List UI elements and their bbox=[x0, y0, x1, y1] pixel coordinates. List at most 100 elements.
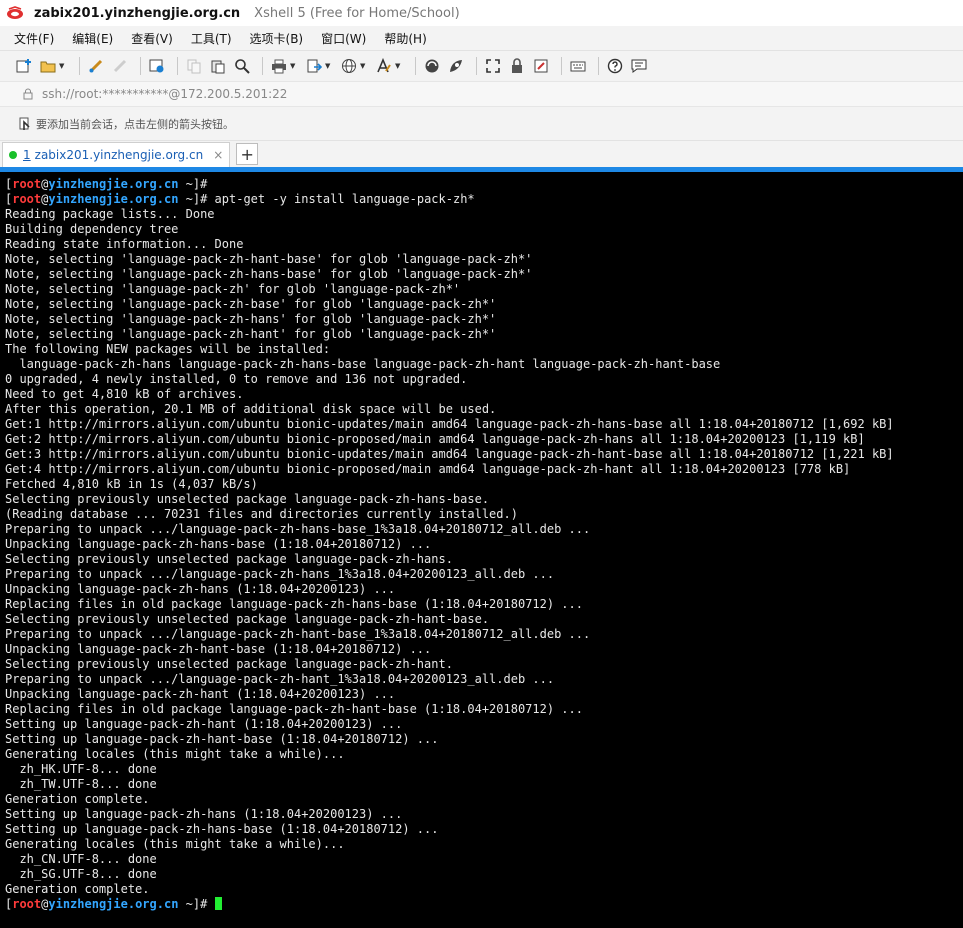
compose-icon[interactable] bbox=[531, 56, 551, 76]
prompt-user: root bbox=[12, 897, 42, 911]
menu-file[interactable]: 文件(F) bbox=[12, 28, 56, 49]
terminal-line: Selecting previously unselected package … bbox=[5, 552, 963, 567]
toolbar-separator bbox=[415, 57, 416, 75]
terminal-text: Note, selecting 'language-pack-zh-hant' … bbox=[5, 327, 497, 341]
terminal-line: Setting up language-pack-zh-hans (1:18.0… bbox=[5, 807, 963, 822]
toolbar: ▼ ▼ ▼ ▼ ▼ bbox=[0, 50, 963, 81]
terminal-line: Get:3 http://mirrors.aliyun.com/ubuntu b… bbox=[5, 447, 963, 462]
title-bar[interactable]: zabix201.yinzhengjie.org.cn Xshell 5 (Fr… bbox=[0, 0, 963, 26]
menu-tools[interactable]: 工具(T) bbox=[189, 28, 234, 49]
terminal-line: After this operation, 20.1 MB of additio… bbox=[5, 402, 963, 417]
transfer-dropdown-icon[interactable]: ▼ bbox=[325, 62, 333, 70]
menu-window[interactable]: 窗口(W) bbox=[319, 28, 368, 49]
terminal-line: Preparing to unpack .../language-pack-zh… bbox=[5, 567, 963, 582]
help-icon[interactable] bbox=[605, 56, 625, 76]
add-session-arrow-icon[interactable] bbox=[18, 117, 32, 131]
terminal-line: Reading state information... Done bbox=[5, 237, 963, 252]
prompt-host: yinzhengjie.org.cn bbox=[48, 177, 179, 191]
terminal-line: Preparing to unpack .../language-pack-zh… bbox=[5, 672, 963, 687]
terminal-line: zh_CN.UTF-8... done bbox=[5, 852, 963, 867]
prompt-host: yinzhengjie.org.cn bbox=[48, 897, 179, 911]
new-session-icon[interactable] bbox=[14, 56, 34, 76]
session-properties-icon[interactable] bbox=[147, 56, 167, 76]
toolbar-separator bbox=[561, 57, 562, 75]
open-folder-icon[interactable] bbox=[38, 56, 58, 76]
reconnect-icon[interactable] bbox=[86, 56, 106, 76]
find-icon[interactable] bbox=[232, 56, 252, 76]
paste-icon[interactable] bbox=[208, 56, 228, 76]
tab-label: zabix201.yinzhengjie.org.cn bbox=[34, 148, 204, 162]
address-bar[interactable]: ssh://root:***********@172.200.5.201:22 bbox=[0, 81, 963, 107]
xshell-window: zabix201.yinzhengjie.org.cn Xshell 5 (Fr… bbox=[0, 0, 963, 928]
globe-dropdown-icon[interactable]: ▼ bbox=[360, 62, 368, 70]
menu-help[interactable]: 帮助(H) bbox=[382, 28, 428, 49]
terminal-line: Selecting previously unselected package … bbox=[5, 657, 963, 672]
prompt-host: yinzhengjie.org.cn bbox=[48, 192, 179, 206]
connected-status-icon bbox=[9, 151, 17, 159]
terminal-line: Generating locales (this might take a wh… bbox=[5, 837, 963, 852]
menu-edit[interactable]: 编辑(E) bbox=[70, 28, 115, 49]
xftp-icon[interactable] bbox=[422, 56, 442, 76]
terminal-text: Get:1 http://mirrors.aliyun.com/ubuntu b… bbox=[5, 417, 894, 431]
terminal-line: Note, selecting 'language-pack-zh-hans' … bbox=[5, 312, 963, 327]
print-dropdown-icon[interactable]: ▼ bbox=[290, 62, 298, 70]
session-tab[interactable]: 1 zabix201.yinzhengjie.org.cn × bbox=[2, 142, 231, 167]
terminal-text: Replacing files in old package language-… bbox=[5, 597, 583, 611]
terminal-text: 0 upgraded, 4 newly installed, 0 to remo… bbox=[5, 372, 468, 386]
terminal-line: Get:1 http://mirrors.aliyun.com/ubuntu b… bbox=[5, 417, 963, 432]
app-name: Xshell 5 (Free for Home/School) bbox=[254, 5, 460, 21]
tab-number: 1 bbox=[23, 148, 31, 162]
terminal-line: Unpacking language-pack-zh-hans (1:18.04… bbox=[5, 582, 963, 597]
terminal-line: zh_TW.UTF-8... done bbox=[5, 777, 963, 792]
font-dropdown-icon[interactable]: ▼ bbox=[395, 62, 403, 70]
menu-bar: 文件(F) 编辑(E) 查看(V) 工具(T) 选项卡(B) 窗口(W) 帮助(… bbox=[0, 26, 963, 50]
terminal-line: Note, selecting 'language-pack-zh-base' … bbox=[5, 297, 963, 312]
menu-tab[interactable]: 选项卡(B) bbox=[248, 28, 306, 49]
terminal-text: Generation complete. bbox=[5, 882, 150, 896]
xmanager-icon[interactable] bbox=[446, 56, 466, 76]
transfer-icon[interactable] bbox=[304, 56, 324, 76]
session-hint-bar: 要添加当前会话，点击左侧的箭头按钮。 bbox=[0, 107, 963, 141]
terminal-line: Selecting previously unselected package … bbox=[5, 492, 963, 507]
print-icon[interactable] bbox=[269, 56, 289, 76]
terminal-line: Building dependency tree bbox=[5, 222, 963, 237]
terminal-text: Preparing to unpack .../language-pack-zh… bbox=[5, 522, 591, 536]
toolbar-separator bbox=[177, 57, 178, 75]
terminal-text: apt-get -y install language-pack-zh* bbox=[207, 192, 475, 206]
terminal-line: Reading package lists... Done bbox=[5, 207, 963, 222]
terminal-line: Setting up language-pack-zh-hant (1:18.0… bbox=[5, 717, 963, 732]
terminal-line: Unpacking language-pack-zh-hant (1:18.04… bbox=[5, 687, 963, 702]
terminal-text: Note, selecting 'language-pack-zh-base' … bbox=[5, 297, 497, 311]
globe-icon[interactable] bbox=[339, 56, 359, 76]
open-dropdown-icon[interactable]: ▼ bbox=[59, 62, 67, 70]
chat-icon[interactable] bbox=[629, 56, 649, 76]
terminal-line: The following NEW packages will be insta… bbox=[5, 342, 963, 357]
prompt-user: root bbox=[12, 177, 42, 191]
terminal-text: Selecting previously unselected package … bbox=[5, 552, 453, 566]
terminal-text: Need to get 4,810 kB of archives. bbox=[5, 387, 244, 401]
terminal-line: zh_HK.UTF-8... done bbox=[5, 762, 963, 777]
close-icon[interactable]: × bbox=[213, 148, 223, 162]
terminal-line: Selecting previously unselected package … bbox=[5, 612, 963, 627]
hint-text: 要添加当前会话，点击左侧的箭头按钮。 bbox=[36, 117, 234, 131]
terminal-text: Preparing to unpack .../language-pack-zh… bbox=[5, 567, 555, 581]
toolbar-separator bbox=[262, 57, 263, 75]
keyboard-icon[interactable] bbox=[568, 56, 588, 76]
terminal-text: Get:4 http://mirrors.aliyun.com/ubuntu b… bbox=[5, 462, 851, 476]
terminal-text: Note, selecting 'language-pack-zh-hans-b… bbox=[5, 267, 533, 281]
terminal-prompt-line: [root@yinzhengjie.org.cn ~]# bbox=[5, 177, 963, 192]
add-tab-button[interactable]: + bbox=[236, 143, 259, 165]
terminal-text: (Reading database ... 70231 files and di… bbox=[5, 507, 518, 521]
terminal-line: Generation complete. bbox=[5, 792, 963, 807]
terminal-line: Get:4 http://mirrors.aliyun.com/ubuntu b… bbox=[5, 462, 963, 477]
menu-view[interactable]: 查看(V) bbox=[129, 28, 175, 49]
address-text[interactable]: ssh://root:***********@172.200.5.201:22 bbox=[42, 87, 287, 101]
lock-screen-icon[interactable] bbox=[507, 56, 527, 76]
disconnect-icon[interactable] bbox=[110, 56, 130, 76]
terminal-text: zh_CN.UTF-8... done bbox=[5, 852, 157, 866]
terminal-text: Reading package lists... Done bbox=[5, 207, 215, 221]
font-icon[interactable] bbox=[374, 56, 394, 76]
copy-icon[interactable] bbox=[184, 56, 204, 76]
terminal-output[interactable]: [root@yinzhengjie.org.cn ~]# [root@yinzhe… bbox=[0, 172, 963, 922]
fullscreen-icon[interactable] bbox=[483, 56, 503, 76]
